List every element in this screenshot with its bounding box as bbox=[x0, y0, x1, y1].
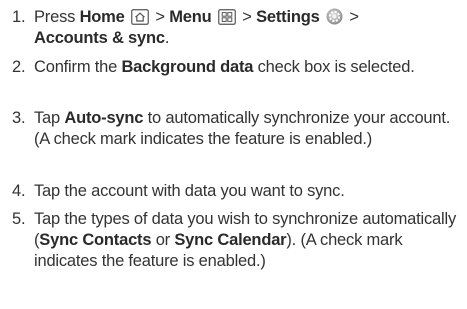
step-5: 5. Tap the types of data you wish to syn… bbox=[12, 209, 464, 272]
step-number: 3. bbox=[12, 109, 26, 127]
settings-label: Settings bbox=[256, 8, 320, 26]
accounts-sync-label: Accounts & sync bbox=[34, 29, 165, 47]
step-text: Tap the account with data you want to sy… bbox=[34, 181, 464, 202]
home-key-icon bbox=[131, 9, 149, 25]
step-text-part: Tap the account with data you want to sy… bbox=[34, 182, 345, 200]
step-text-part: Confirm the bbox=[34, 58, 122, 76]
step-text-part: or bbox=[151, 231, 175, 249]
auto-sync-label: Auto-sync bbox=[64, 109, 144, 127]
sync-calendar-label: Sync Calendar bbox=[174, 231, 287, 249]
step-text-part: > bbox=[345, 8, 359, 26]
step-3: 3. Tap Auto-sync to automatically synchr… bbox=[12, 108, 464, 150]
step-number: 5. bbox=[12, 210, 26, 228]
step-text-part: check box is selected. bbox=[253, 58, 415, 76]
settings-gear-icon bbox=[326, 8, 343, 25]
step-text-part: > bbox=[237, 8, 257, 26]
home-key-label: Home bbox=[79, 8, 125, 26]
background-data-label: Background data bbox=[121, 58, 254, 76]
step-text-part: > bbox=[151, 8, 170, 26]
step-4: 4. Tap the account with data you want to… bbox=[12, 181, 464, 202]
step-text-part: . bbox=[164, 29, 170, 47]
step-text: Tap Auto-sync to automatically synchroni… bbox=[34, 108, 464, 150]
step-number: 2. bbox=[12, 58, 26, 76]
menu-key-label: Menu bbox=[169, 8, 212, 26]
sync-contacts-label: Sync Contacts bbox=[39, 231, 152, 249]
step-1: 1. Press Home > Menu > Settings > Accoun… bbox=[12, 7, 464, 49]
step-number: 1. bbox=[12, 8, 26, 26]
step-text: Tap the types of data you wish to synchr… bbox=[34, 209, 464, 272]
step-text: Press Home > Menu > Settings > Accounts … bbox=[34, 7, 464, 49]
step-text-part: Press bbox=[34, 8, 80, 26]
step-2: 2. Confirm the Background data check box… bbox=[12, 57, 464, 78]
step-text: Confirm the Background data check box is… bbox=[34, 57, 464, 78]
menu-key-icon bbox=[218, 9, 236, 25]
step-number: 4. bbox=[12, 182, 26, 200]
step-text-part: Tap bbox=[34, 109, 65, 127]
